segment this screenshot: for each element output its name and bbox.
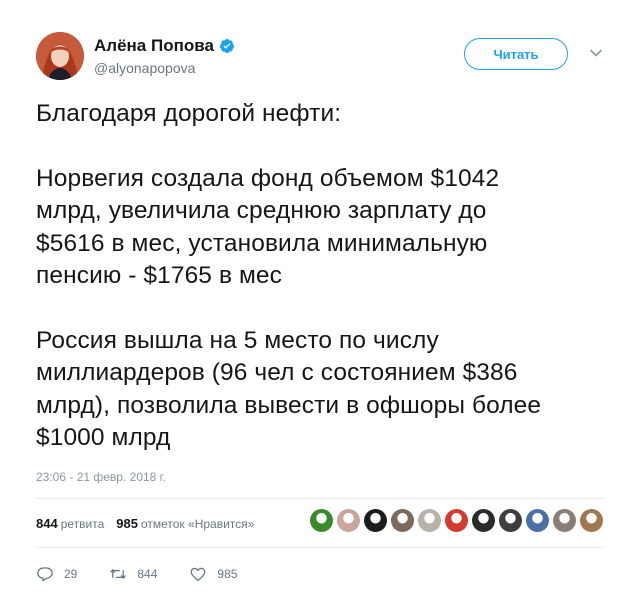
reply-action[interactable]: 29 xyxy=(36,565,77,583)
liker-avatars xyxy=(310,509,603,532)
user-avatar-icon xyxy=(36,32,84,80)
liker-avatar-icon[interactable] xyxy=(553,509,576,532)
like-action[interactable]: 985 xyxy=(189,565,237,583)
chevron-down-icon[interactable] xyxy=(589,48,603,58)
liker-avatar-icon[interactable] xyxy=(364,509,387,532)
liker-avatar-icon[interactable] xyxy=(580,509,603,532)
liker-avatar-icon[interactable] xyxy=(499,509,522,532)
liker-avatar-icon[interactable] xyxy=(526,509,549,532)
liker-avatar-icon[interactable] xyxy=(445,509,468,532)
liker-avatar-icon[interactable] xyxy=(418,509,441,532)
tweet-paragraph: Благодаря дорогой нефти: xyxy=(36,100,342,127)
tweet-stats: 844 ретвита 985 отметок «Нравится» xyxy=(36,516,254,531)
verified-badge-icon xyxy=(219,39,234,53)
tweet-text: Благодаря дорогой нефти: Норвегия создал… xyxy=(36,98,616,455)
retweet-icon xyxy=(110,568,127,580)
retweet-count: 844 xyxy=(137,567,158,581)
retweets-stat[interactable]: 844 ретвита xyxy=(36,516,104,531)
retweets-label: ретвита xyxy=(60,517,105,531)
likes-label: отметок «Нравится» xyxy=(140,517,255,531)
tweet-paragraph: Россия вышла на 5 место по числу миллиар… xyxy=(36,326,542,452)
liker-avatar-icon[interactable] xyxy=(310,509,333,532)
tweet-timestamp[interactable]: 23:06 - 21 февр. 2018 г. xyxy=(36,470,166,484)
likes-stat[interactable]: 985 отметок «Нравится» xyxy=(116,516,254,531)
heart-icon xyxy=(191,567,206,582)
tweet-card: Алёна Попова @alyonapopova Читать Благод… xyxy=(0,0,640,612)
author-name-row: Алёна Попова xyxy=(94,36,235,56)
liker-avatar-icon[interactable] xyxy=(472,509,495,532)
author-handle[interactable]: @alyonapopova xyxy=(94,60,235,76)
like-count: 985 xyxy=(217,567,238,581)
tweet-actions: 29 844 985 xyxy=(36,565,269,583)
reply-icon xyxy=(37,567,53,582)
divider xyxy=(36,498,604,499)
author-info: Алёна Попова @alyonapopova xyxy=(94,36,235,76)
retweet-action[interactable]: 844 xyxy=(109,565,157,583)
tweet-paragraph: Норвегия создала фонд объемом $1042 млрд… xyxy=(36,164,500,290)
liker-avatar-icon[interactable] xyxy=(337,509,360,532)
author-display-name[interactable]: Алёна Попова xyxy=(94,36,214,56)
reply-count: 29 xyxy=(64,567,78,581)
retweets-count: 844 xyxy=(36,516,58,531)
liker-avatar-icon[interactable] xyxy=(391,509,414,532)
divider xyxy=(36,547,604,548)
follow-button[interactable]: Читать xyxy=(464,38,568,70)
author-avatar[interactable] xyxy=(36,32,84,80)
likes-count: 985 xyxy=(116,516,138,531)
